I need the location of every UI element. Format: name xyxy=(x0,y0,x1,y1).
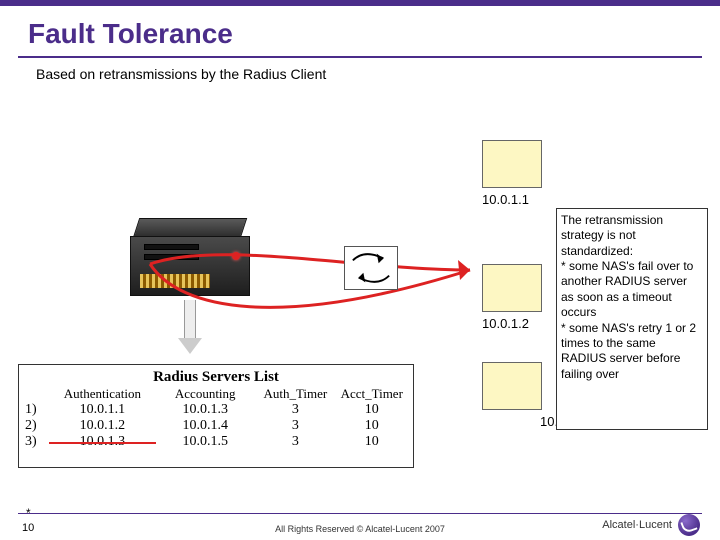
col-auth: Authentication xyxy=(49,386,157,402)
radius-server-2-ip: 10.0.1.2 xyxy=(482,316,529,331)
radius-server-1 xyxy=(482,140,542,188)
col-acct-timer: Acct_Timer xyxy=(336,386,407,402)
page-title: Fault Tolerance xyxy=(28,18,233,50)
table-row: 2) 10.0.1.2 10.0.1.4 3 10 xyxy=(25,418,407,434)
radius-server-3 xyxy=(482,362,542,410)
table-row: 3) 10.0.1.3 10.0.1.5 3 10 xyxy=(25,434,407,450)
table-row: 1) 10.0.1.1 10.0.1.3 3 10 xyxy=(25,402,407,418)
title-underline xyxy=(18,56,702,58)
subtitle: Based on retransmissions by the Radius C… xyxy=(36,66,326,82)
slide: Fault Tolerance Based on retransmissions… xyxy=(0,0,720,540)
footer-rule xyxy=(18,513,702,514)
brand-logo: Alcatel·Lucent xyxy=(602,514,700,536)
brand-mark-icon xyxy=(678,514,700,536)
device-slot xyxy=(144,244,199,250)
list-heading: Radius Servers List xyxy=(25,369,407,386)
device-top-face xyxy=(133,218,247,238)
radius-server-2 xyxy=(482,264,542,312)
brand-name: Alcatel·Lucent xyxy=(602,519,672,531)
device-led-icon xyxy=(232,252,240,260)
radius-client-device xyxy=(130,218,250,300)
top-accent-bar xyxy=(0,0,720,6)
col-acct: Accounting xyxy=(156,386,254,402)
retransmission-note: The retransmission strategy is not stand… xyxy=(556,208,708,430)
device-slot xyxy=(144,254,199,260)
radius-servers-list: Radius Servers List Authentication Accou… xyxy=(18,364,414,468)
failed-server-entry: 10.0.1.3 xyxy=(49,434,157,450)
retry-swap-icon xyxy=(344,246,398,290)
radius-server-1-ip: 10.0.1.1 xyxy=(482,192,529,207)
footnote-star: * xyxy=(26,506,31,520)
device-stripe xyxy=(140,274,210,288)
col-auth-timer: Auth_Timer xyxy=(254,386,336,402)
arrow-down-icon xyxy=(178,300,202,356)
